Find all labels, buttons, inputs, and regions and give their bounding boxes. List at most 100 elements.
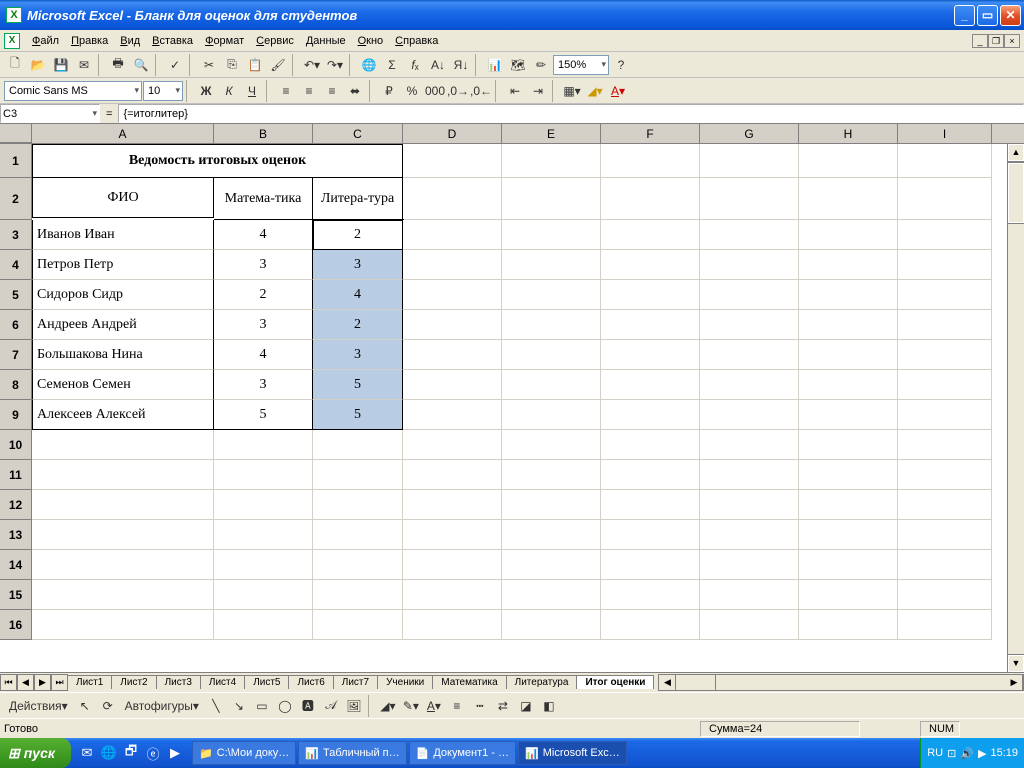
cell[interactable] [898, 310, 992, 340]
cell[interactable] [700, 144, 799, 178]
cell[interactable] [799, 144, 898, 178]
cell[interactable] [700, 310, 799, 340]
3d-button[interactable]: ◧ [538, 695, 560, 717]
first-sheet-button[interactable]: ⏮ [0, 674, 17, 691]
col-header[interactable]: B [214, 124, 313, 143]
taskbar-item[interactable]: 📊Microsoft Exc… [518, 741, 627, 765]
ql-icon[interactable]: 🗗 [121, 742, 141, 764]
cell[interactable] [799, 520, 898, 550]
undo-button[interactable]: ↶▾ [301, 54, 323, 76]
ql-icon[interactable]: 🌐 [99, 742, 119, 764]
cell[interactable]: 3 [214, 250, 313, 280]
print-button[interactable]: 🖶 [107, 54, 129, 76]
col-header[interactable]: A [32, 124, 214, 143]
cell[interactable] [700, 400, 799, 430]
cell[interactable]: Андреев Андрей [32, 310, 214, 340]
cell[interactable] [799, 310, 898, 340]
cell[interactable] [601, 280, 700, 310]
mdi-restore[interactable]: ❐ [988, 34, 1004, 48]
format-painter-button[interactable]: 🖌 [267, 54, 289, 76]
scroll-right-icon[interactable]: ▶ [1006, 675, 1023, 690]
cell[interactable] [601, 370, 700, 400]
cell[interactable]: 4 [313, 280, 403, 310]
copy-button[interactable]: ⎘ [221, 54, 243, 76]
horizontal-scrollbar[interactable]: ◀ ▶ [658, 674, 1024, 691]
cell[interactable] [799, 460, 898, 490]
cell[interactable] [403, 220, 502, 250]
cell[interactable] [403, 370, 502, 400]
shadow-button[interactable]: ◪ [515, 695, 537, 717]
cell[interactable] [403, 178, 502, 220]
row-header[interactable]: 12 [0, 490, 32, 520]
scroll-up-icon[interactable]: ▲ [1008, 144, 1024, 161]
scroll-down-icon[interactable]: ▼ [1008, 655, 1024, 672]
cell[interactable] [502, 490, 601, 520]
cell[interactable] [214, 490, 313, 520]
drawing-button[interactable]: ✏ [530, 54, 552, 76]
sheet-tab[interactable]: Лист5 [244, 675, 289, 689]
actions-menu[interactable]: Действия ▾ [4, 695, 73, 717]
select-all-corner[interactable] [0, 124, 32, 143]
prev-sheet-button[interactable]: ◀ [17, 674, 34, 691]
new-button[interactable]: 🗋 [4, 54, 26, 76]
cell[interactable] [799, 280, 898, 310]
cell[interactable] [502, 400, 601, 430]
sheet-tab[interactable]: Лист2 [111, 675, 156, 689]
cut-button[interactable]: ✂ [198, 54, 220, 76]
row-header[interactable]: 7 [0, 340, 32, 370]
ql-icon[interactable]: ✉ [77, 742, 97, 764]
mdi-close[interactable]: × [1004, 34, 1020, 48]
cell[interactable] [601, 460, 700, 490]
map-button[interactable]: 🗺 [507, 54, 529, 76]
sheet-tab[interactable]: Итог оценки [576, 675, 654, 689]
cell[interactable] [403, 400, 502, 430]
autosum-button[interactable]: Σ [381, 54, 403, 76]
cell[interactable] [799, 400, 898, 430]
row-header[interactable]: 11 [0, 460, 32, 490]
cell[interactable] [32, 430, 214, 460]
currency-button[interactable]: ₽ [378, 80, 400, 102]
cell[interactable] [799, 490, 898, 520]
col-header[interactable]: D [403, 124, 502, 143]
cell[interactable] [898, 250, 992, 280]
merge-button[interactable]: ⬌ [344, 80, 366, 102]
cell[interactable]: 3 [313, 250, 403, 280]
cell[interactable] [601, 220, 700, 250]
cell[interactable] [502, 370, 601, 400]
taskbar-item[interactable]: 📁С:\Мои доку… [192, 741, 296, 765]
align-right-button[interactable]: ≡ [321, 80, 343, 102]
cell[interactable] [898, 490, 992, 520]
cell[interactable] [601, 144, 700, 178]
cell[interactable] [32, 490, 214, 520]
cell[interactable]: 2 [313, 220, 403, 250]
dash-style-button[interactable]: ┅ [469, 695, 491, 717]
cell[interactable] [898, 220, 992, 250]
cell[interactable] [799, 610, 898, 640]
cell[interactable] [700, 550, 799, 580]
cell[interactable] [898, 460, 992, 490]
mdi-minimize[interactable]: _ [972, 34, 988, 48]
function-button[interactable]: fₓ [404, 54, 426, 76]
cell[interactable] [313, 490, 403, 520]
cell[interactable] [214, 460, 313, 490]
cell[interactable] [502, 430, 601, 460]
cell[interactable] [601, 250, 700, 280]
cell[interactable]: ФИО [32, 178, 214, 218]
align-center-button[interactable]: ≡ [298, 80, 320, 102]
sheet-tab[interactable]: Ученики [377, 675, 433, 689]
vertical-scrollbar[interactable]: ▲ ▼ [1007, 144, 1024, 672]
cell[interactable] [601, 520, 700, 550]
cell[interactable] [601, 580, 700, 610]
cell[interactable] [214, 550, 313, 580]
spreadsheet-grid[interactable]: A B C D E F G H I 1Ведомость итоговых оц… [0, 124, 1024, 672]
cell[interactable] [799, 580, 898, 610]
preview-button[interactable]: 🔍 [130, 54, 152, 76]
sheet-tab[interactable]: Лист6 [288, 675, 333, 689]
row-header[interactable]: 3 [0, 220, 32, 250]
taskbar-item[interactable]: 📊Табличный п… [298, 741, 406, 765]
help-button[interactable]: ? [610, 54, 632, 76]
fill-color-draw-button[interactable]: ◢▾ [377, 695, 399, 717]
cell[interactable] [403, 340, 502, 370]
cell[interactable] [799, 550, 898, 580]
cell[interactable]: 5 [313, 370, 403, 400]
